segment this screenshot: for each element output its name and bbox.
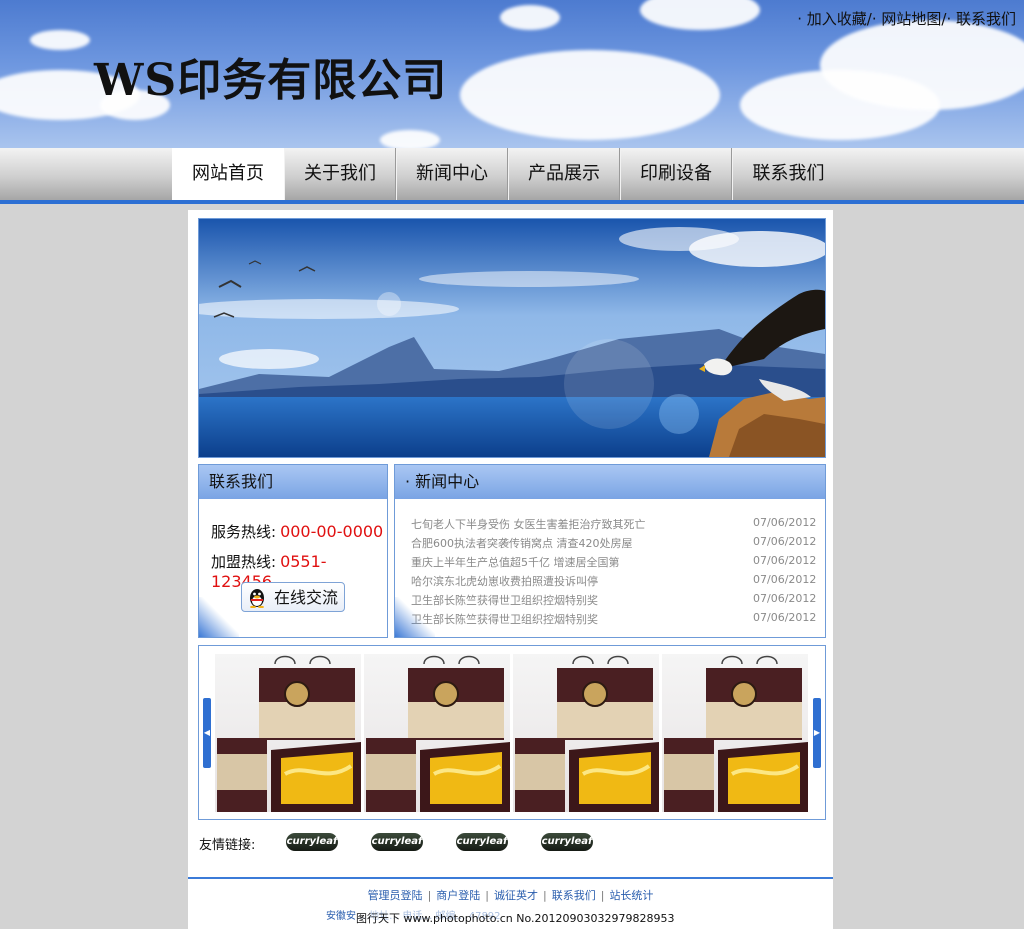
footer-contact-link[interactable]: 联系我们 [552, 889, 596, 902]
friend-link-text: curryleaf [286, 836, 338, 847]
add-favorite-link[interactable]: · 加入收藏/ [797, 8, 872, 29]
news-panel-title: · 新闻中心 [395, 465, 825, 499]
news-item[interactable]: 卫生部长陈竺获得世卫组织控烟特别奖 07/06/2012 [411, 592, 816, 608]
friend-link-text: curryleaf [371, 836, 423, 847]
left-arrow-icon[interactable]: ◀ [203, 698, 211, 768]
tea-gift-box-image [515, 655, 659, 812]
footer-divider [188, 877, 833, 879]
photo-watermark: 图行天下 www.photophoto.cn No.20120903032979… [356, 910, 675, 926]
friend-link-logo[interactable]: curryleaf [286, 833, 338, 851]
news-item-title[interactable]: 卫生部长陈竺获得世卫组织控烟特别奖 [411, 611, 598, 627]
news-item-title[interactable]: 哈尔滨东北虎幼崽收费拍照遭投诉叫停 [411, 573, 598, 589]
news-item-title[interactable]: 七旬老人下半身受伤 女医生害羞拒治疗致其死亡 [411, 516, 646, 532]
news-item-date: 07/06/2012 [753, 516, 817, 529]
friend-link-logo[interactable]: curryleaf [541, 833, 593, 851]
news-item-title[interactable]: 卫生部长陈竺获得世卫组织控烟特别奖 [411, 592, 598, 608]
cloud-decoration [640, 0, 760, 30]
news-item-date: 07/06/2012 [753, 554, 817, 567]
site-title: WS印务有限公司 [94, 55, 448, 106]
hero-banner [198, 218, 826, 458]
content-area: 联系我们 服务热线: 000-00-0000 加盟热线: 0551-123456 在… [188, 210, 833, 929]
news-item[interactable]: 七旬老人下半身受伤 女医生害羞拒治疗致其死亡 07/06/2012 [411, 516, 816, 532]
tea-gift-box-image [217, 655, 361, 812]
news-panel: · 新闻中心 七旬老人下半身受伤 女医生害羞拒治疗致其死亡 07/06/2012… [394, 464, 826, 638]
panel-corner-decoration [199, 597, 239, 637]
qq-penguin-icon [250, 589, 264, 608]
nav-item-products[interactable]: 产品展示 [508, 148, 620, 200]
cloud-decoration [460, 50, 720, 140]
cloud-decoration [820, 20, 1024, 110]
franchise-hotline-label: 加盟热线: [211, 553, 277, 571]
news-item-title[interactable]: 重庆上半年生产总值超5千亿 增速居全国第 [411, 554, 620, 570]
merchant-login-link[interactable]: 商户登陆 [436, 889, 480, 902]
news-item-date: 07/06/2012 [753, 611, 817, 624]
tea-gift-box-image [664, 655, 808, 812]
news-item-date: 07/06/2012 [753, 573, 817, 586]
news-item-date: 07/06/2012 [753, 535, 817, 548]
cloud-decoration [30, 30, 90, 50]
friend-link-text: curryleaf [541, 836, 593, 847]
contact-us-top-link[interactable]: · 联系我们 [946, 8, 1016, 29]
friend-link-logo[interactable]: curryleaf [456, 833, 508, 851]
service-hotline-label: 服务热线: [211, 523, 277, 541]
footer-links: 管理员登陆 | 商户登陆 | 诚征英才 | 联系我们 | 站长统计 [367, 889, 654, 902]
contact-panel: 联系我们 服务热线: 000-00-0000 加盟热线: 0551-123456 在… [198, 464, 388, 638]
panel-corner-decoration [395, 597, 435, 637]
right-arrow-icon[interactable]: ▶ [813, 698, 821, 768]
product-thumbnail[interactable] [364, 654, 510, 812]
news-item[interactable]: 卫生部长陈竺获得世卫组织控烟特别奖 07/06/2012 [411, 611, 816, 627]
online-chat-button[interactable]: 在线交流 [241, 582, 345, 612]
nav-item-equipment[interactable]: 印刷设备 [620, 148, 732, 200]
product-thumbnail[interactable] [662, 654, 808, 812]
news-item[interactable]: 重庆上半年生产总值超5千亿 增速居全国第 07/06/2012 [411, 554, 816, 570]
careers-link[interactable]: 诚征英才 [494, 889, 538, 902]
online-chat-label: 在线交流 [274, 588, 339, 607]
site-header: WS印务有限公司 · 加入收藏/ · 网站地图/ · 联系我们 [0, 0, 1024, 148]
friend-links-label: 友情链接: [199, 838, 256, 853]
admin-login-link[interactable]: 管理员登陆 [368, 889, 423, 902]
nav-item-home[interactable]: 网站首页 [172, 148, 284, 200]
site-stats-link[interactable]: 站长统计 [609, 889, 653, 902]
cloud-decoration [500, 5, 560, 30]
tea-gift-box-image [366, 655, 510, 812]
site-map-link[interactable]: · 网站地图/ [872, 8, 947, 29]
top-links: · 加入收藏/ · 网站地图/ · 联系我们 [797, 8, 1016, 29]
friend-link-text: curryleaf [456, 836, 508, 847]
product-carousel: ◀ ▶ [198, 645, 826, 820]
news-item[interactable]: 哈尔滨东北虎幼崽收费拍照遭投诉叫停 07/06/2012 [411, 573, 816, 589]
news-item[interactable]: 合肥600执法者突袭传销窝点 清查420处房屋 07/06/2012 [411, 535, 816, 551]
nav-item-about[interactable]: 关于我们 [284, 148, 396, 200]
news-item-date: 07/06/2012 [753, 592, 817, 605]
main-nav: 网站首页 关于我们 新闻中心 产品展示 印刷设备 联系我们 [0, 148, 1024, 204]
service-hotline: 服务热线: 000-00-0000 [211, 521, 383, 542]
nav-item-news[interactable]: 新闻中心 [396, 148, 508, 200]
product-thumbnail[interactable] [513, 654, 659, 812]
banner-illustration [199, 219, 825, 457]
news-item-title[interactable]: 合肥600执法者突袭传销窝点 清查420处房屋 [411, 535, 633, 551]
product-thumbnail[interactable] [215, 654, 361, 812]
cloud-decoration [380, 130, 440, 148]
service-hotline-number: 000-00-0000 [280, 522, 384, 541]
nav-item-contact[interactable]: 联系我们 [732, 148, 844, 200]
friend-link-logo[interactable]: curryleaf [371, 833, 423, 851]
contact-panel-title: 联系我们 [199, 465, 387, 499]
